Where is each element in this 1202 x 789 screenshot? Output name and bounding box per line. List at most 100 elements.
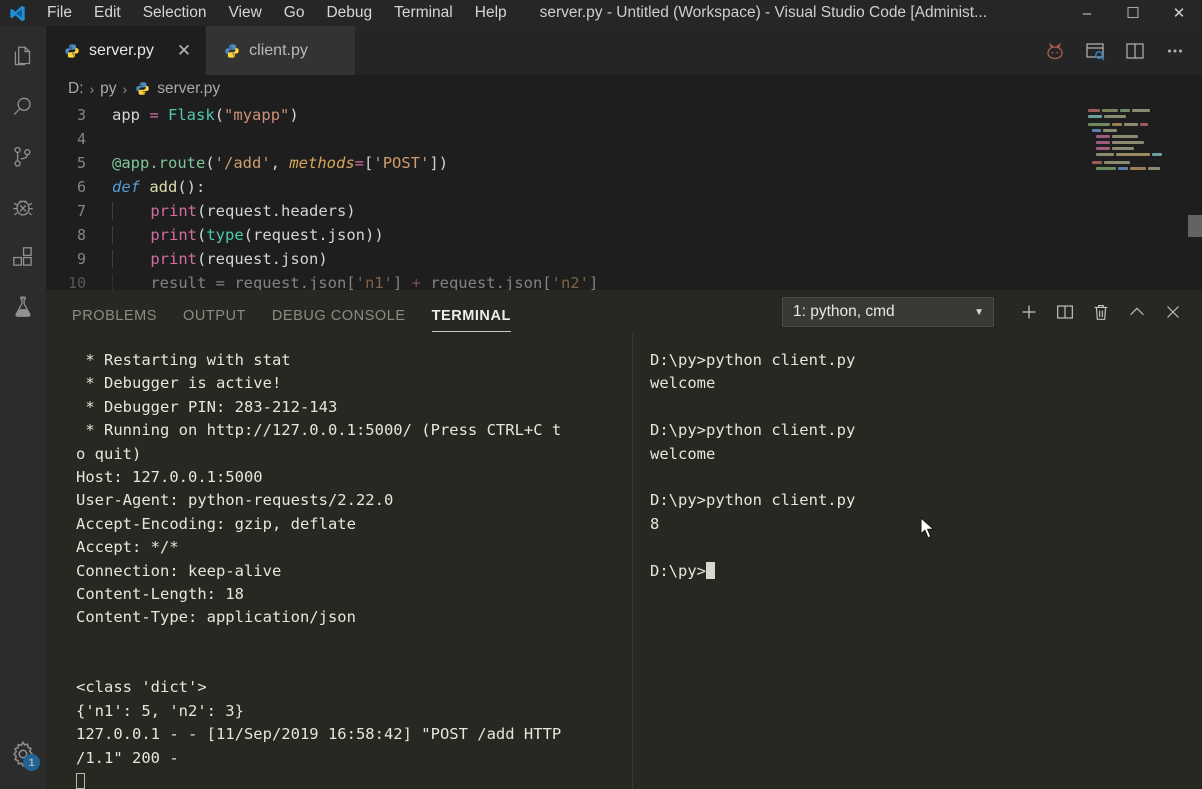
terminal-line: welcome: [650, 374, 716, 393]
line-text: def add():: [112, 178, 206, 196]
code-editor[interactable]: 3 app = Flask("myapp") 4 5 @app.route('/…: [46, 103, 1202, 290]
line-number: 5: [76, 154, 86, 172]
terminal-cursor: [706, 561, 715, 579]
code-line: 4: [46, 127, 1202, 151]
testing-flask-icon[interactable]: [0, 282, 46, 332]
terminal-line: * Running on http://127.0.0.1:5000/ (Pre…: [76, 421, 562, 440]
editor-scrollbar[interactable]: [1188, 103, 1202, 290]
tab-output[interactable]: OUTPUT: [183, 308, 246, 334]
line-number: 3: [76, 106, 86, 124]
line-text: print(type(request.json)): [112, 226, 384, 244]
panel-header: PROBLEMS OUTPUT DEBUG CONSOLE TERMINAL 1…: [46, 290, 1202, 334]
terminal-select[interactable]: 1: python, cmd ▼: [782, 297, 994, 327]
debug-icon[interactable]: [0, 182, 46, 232]
tab-client-py[interactable]: client.py: [206, 26, 357, 75]
terminal-select-value: 1: python, cmd: [793, 303, 895, 320]
terminal-line: <class 'dict'>: [76, 678, 207, 697]
more-actions-icon[interactable]: [1158, 34, 1192, 68]
source-control-icon[interactable]: [0, 132, 46, 182]
new-terminal-icon[interactable]: [1012, 295, 1046, 329]
code-line: 9 print(request.json): [46, 247, 1202, 271]
line-text: print(request.headers): [112, 202, 356, 220]
code-line: 5 @app.route('/add', methods=['POST']): [46, 151, 1202, 175]
kill-terminal-icon[interactable]: [1084, 295, 1118, 329]
chevron-right-icon: ›: [122, 81, 128, 97]
terminal-line: 127.0.0.1 - - [11/Sep/2019 16:58:42] "PO…: [76, 725, 562, 744]
minimize-button[interactable]: –: [1064, 0, 1110, 26]
terminal-prompt-line: D:\py>: [650, 560, 1202, 583]
line-number: 9: [76, 250, 86, 268]
tab-label: client.py: [249, 41, 308, 59]
terminal-line: 8: [650, 514, 660, 533]
menu-view[interactable]: View: [217, 2, 272, 24]
breadcrumb-item-drive[interactable]: D:: [68, 80, 84, 98]
preview-search-icon[interactable]: [1078, 34, 1112, 68]
terminal-line: Host: 127.0.0.1:5000: [76, 467, 263, 486]
menu-help[interactable]: Help: [464, 2, 518, 24]
terminal-line: Content-Type: application/json: [76, 608, 356, 627]
breadcrumb-item-file[interactable]: server.py: [157, 80, 220, 98]
vscode-logo-icon: [0, 4, 34, 23]
tab-server-py[interactable]: server.py ✕: [46, 26, 207, 75]
split-terminal-icon[interactable]: [1048, 295, 1082, 329]
terminal-pane-right[interactable]: D:\py>python client.py welcome D:\py>pyt…: [636, 334, 1202, 789]
maximize-button[interactable]: ☐: [1110, 0, 1156, 26]
scrollbar-thumb[interactable]: [1188, 215, 1202, 237]
box-glyph-icon: [76, 773, 85, 789]
menu-selection[interactable]: Selection: [132, 2, 218, 24]
code-line: 3 app = Flask("myapp"): [46, 103, 1202, 127]
breadcrumb: D: › py › server.py: [46, 75, 1202, 103]
menu-terminal[interactable]: Terminal: [383, 2, 464, 24]
line-number: 8: [76, 226, 86, 244]
tab-close-icon[interactable]: ✕: [177, 42, 191, 59]
line-text: result = request.json['n1'] + request.js…: [112, 274, 599, 290]
code-line: 7 print(request.headers): [46, 199, 1202, 223]
explorer-icon[interactable]: [0, 32, 46, 82]
vscode-window: File Edit Selection View Go Debug Termin…: [0, 0, 1202, 789]
tab-problems[interactable]: PROBLEMS: [72, 308, 157, 334]
window-controls[interactable]: – ☐ ✕: [1064, 0, 1202, 26]
chevron-up-icon[interactable]: [1120, 295, 1154, 329]
search-icon[interactable]: [0, 82, 46, 132]
tab-debug-console[interactable]: DEBUG CONSOLE: [272, 308, 406, 334]
menu-edit[interactable]: Edit: [83, 2, 132, 24]
breadcrumb-item-folder[interactable]: py: [100, 80, 116, 98]
python-icon: [64, 43, 80, 59]
tab-terminal[interactable]: TERMINAL: [431, 308, 512, 334]
chevron-down-icon: ▼: [974, 306, 984, 318]
terminal-line: * Debugger PIN: 283-212-143: [76, 397, 338, 416]
editor-actions: [1038, 26, 1202, 75]
menu-file[interactable]: File: [36, 2, 83, 24]
terminal-line: D:\py>python client.py: [650, 491, 856, 510]
close-button[interactable]: ✕: [1156, 0, 1202, 26]
menu-bar[interactable]: File Edit Selection View Go Debug Termin…: [36, 2, 518, 24]
run-flask-icon[interactable]: [1038, 34, 1072, 68]
code-line: 10 result = request.json['n1'] + request…: [46, 271, 1202, 290]
panel-actions: 1: python, cmd ▼: [782, 295, 1202, 329]
terminal-line: * Restarting with stat: [76, 351, 291, 369]
terminal-line: D:\py>python client.py: [650, 421, 856, 440]
title-bar: File Edit Selection View Go Debug Termin…: [0, 0, 1202, 26]
panel-tabs: PROBLEMS OUTPUT DEBUG CONSOLE TERMINAL: [46, 290, 512, 334]
line-text: app = Flask("myapp"): [112, 106, 299, 124]
python-icon: [224, 43, 240, 59]
menu-debug[interactable]: Debug: [315, 2, 383, 24]
code-content: 3 app = Flask("myapp") 4 5 @app.route('/…: [46, 103, 1202, 290]
line-number: 4: [76, 130, 86, 148]
terminal-line: Accept: */*: [76, 538, 179, 557]
line-text: @app.route('/add', methods=['POST']): [112, 154, 449, 172]
extensions-icon[interactable]: [0, 232, 46, 282]
menu-go[interactable]: Go: [273, 2, 316, 24]
terminal-pane-left[interactable]: * Restarting with stat * Debugger is act…: [46, 334, 632, 789]
terminal-end-marker: [76, 770, 632, 789]
settings-badge: 1: [23, 754, 40, 771]
settings-gear-icon[interactable]: 1: [0, 729, 46, 779]
terminal-line: Accept-Encoding: gzip, deflate: [76, 514, 356, 533]
code-line: 6 def add():: [46, 175, 1202, 199]
close-panel-icon[interactable]: [1156, 295, 1190, 329]
line-number: 6: [76, 178, 86, 196]
split-editor-icon[interactable]: [1118, 34, 1152, 68]
line-number: 10: [67, 274, 86, 290]
